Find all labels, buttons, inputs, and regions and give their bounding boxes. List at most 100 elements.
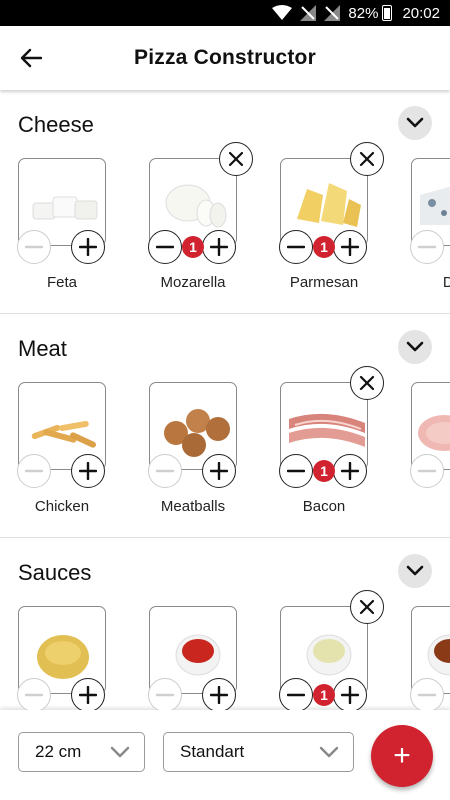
minus-icon: [156, 469, 174, 473]
decrement-button[interactable]: [17, 678, 51, 710]
minus-icon: [287, 245, 305, 249]
quantity-badge: 1: [313, 684, 335, 706]
ingredient-list[interactable]: Cheese Feta 1 Mozarella 1 Parmesan Dar Meat C…: [0, 90, 450, 710]
plus-icon: [79, 238, 97, 256]
chicken-strips-image: [31, 420, 96, 448]
wifi-icon: [272, 5, 293, 21]
increment-button[interactable]: [202, 678, 236, 710]
blue-cheese-image: [420, 186, 450, 225]
ingredient-name: Mozarella: [160, 274, 226, 291]
clock: 20:02: [402, 4, 440, 22]
status-bar: 82% 20:02: [0, 0, 450, 26]
decrement-button[interactable]: [410, 230, 444, 264]
minus-icon: [418, 245, 436, 249]
minus-icon: [156, 693, 174, 697]
close-icon: [359, 375, 375, 391]
increment-button[interactable]: [202, 230, 236, 264]
ingredient-name: Parmesan: [289, 274, 359, 291]
minus-icon: [287, 693, 305, 697]
bacon-image: [289, 413, 365, 447]
decrement-button[interactable]: [279, 678, 313, 710]
collapse-button[interactable]: [398, 106, 432, 140]
brown-sauce-image: [427, 634, 450, 676]
section-title: Cheese: [18, 112, 94, 137]
section-meat: Meat Chicken Meatballs 1 Bacon H: [0, 314, 450, 538]
ketchup-image: [175, 634, 221, 676]
section-cheese: Cheese Feta 1 Mozarella 1 Parmesan Dar: [0, 90, 450, 314]
minus-icon: [25, 693, 43, 697]
decrement-button[interactable]: [148, 230, 182, 264]
plus-icon: [210, 462, 228, 480]
close-icon: [359, 151, 375, 167]
battery-icon: [382, 5, 393, 21]
plus-icon: [341, 462, 359, 480]
back-button[interactable]: [6, 33, 56, 83]
increment-button[interactable]: [333, 678, 367, 710]
bottom-bar: 22 cm Standart +: [0, 710, 450, 800]
remove-button[interactable]: [219, 142, 253, 176]
section-sauces: Sauces 1: [0, 538, 450, 710]
minus-icon: [25, 469, 43, 473]
arrow-left-icon: [20, 48, 42, 68]
decrement-button[interactable]: [17, 230, 51, 264]
plus-icon: [210, 238, 228, 256]
remove-button[interactable]: [350, 366, 384, 400]
decrement-button[interactable]: [17, 454, 51, 488]
mozzarella-image: [165, 184, 227, 228]
increment-button[interactable]: [71, 454, 105, 488]
chevron-down-icon: [406, 565, 424, 576]
ham-image: [418, 415, 450, 451]
quantity-badge: 1: [313, 460, 335, 482]
crust-select[interactable]: Standart: [163, 732, 354, 772]
quantity-badge: 1: [313, 236, 335, 258]
ingredient-name: Feta: [46, 274, 77, 291]
decrement-button[interactable]: [148, 454, 182, 488]
decrement-button[interactable]: [410, 678, 444, 710]
chevron-down-icon: [110, 746, 130, 758]
plus-icon: +: [393, 739, 411, 772]
parmesan-image: [297, 183, 361, 227]
white-sauce-image: [306, 634, 352, 676]
battery-level: 82%: [348, 4, 379, 22]
section-title: Meat: [18, 336, 67, 361]
remove-button[interactable]: [350, 142, 384, 176]
minus-icon: [287, 469, 305, 473]
remove-button[interactable]: [350, 590, 384, 624]
quantity-badge: 1: [182, 236, 204, 258]
chevron-down-icon: [406, 117, 424, 128]
mustard-sauce-image: [37, 635, 89, 679]
increment-button[interactable]: [71, 230, 105, 264]
size-select[interactable]: 22 cm: [18, 732, 145, 772]
decrement-button[interactable]: [410, 454, 444, 488]
app-bar: Pizza Constructor: [0, 26, 450, 90]
crust-value: Standart: [180, 742, 245, 761]
increment-button[interactable]: [333, 230, 367, 264]
plus-icon: [79, 462, 97, 480]
ingredient-name: H: [405, 498, 450, 515]
collapse-button[interactable]: [398, 554, 432, 588]
minus-icon: [418, 469, 436, 473]
page-title: Pizza Constructor: [134, 46, 316, 69]
increment-button[interactable]: [333, 454, 367, 488]
ingredient-name: Bacon: [302, 498, 346, 515]
add-to-cart-button[interactable]: +: [371, 725, 433, 787]
minus-icon: [25, 245, 43, 249]
decrement-button[interactable]: [279, 454, 313, 488]
no-signal-icon-2: [324, 5, 341, 21]
ingredient-name: Meatballs: [160, 498, 226, 515]
increment-button[interactable]: [202, 454, 236, 488]
decrement-button[interactable]: [148, 678, 182, 710]
minus-icon: [156, 245, 174, 249]
increment-button[interactable]: [71, 678, 105, 710]
decrement-button[interactable]: [279, 230, 313, 264]
plus-icon: [79, 686, 97, 704]
close-icon: [359, 599, 375, 615]
plus-icon: [210, 686, 228, 704]
no-signal-icon: [300, 5, 317, 21]
chevron-down-icon: [406, 341, 424, 352]
collapse-button[interactable]: [398, 330, 432, 364]
ingredient-name: Dar: [442, 274, 450, 291]
close-icon: [228, 151, 244, 167]
feta-cheese-image: [32, 196, 98, 220]
plus-icon: [341, 686, 359, 704]
